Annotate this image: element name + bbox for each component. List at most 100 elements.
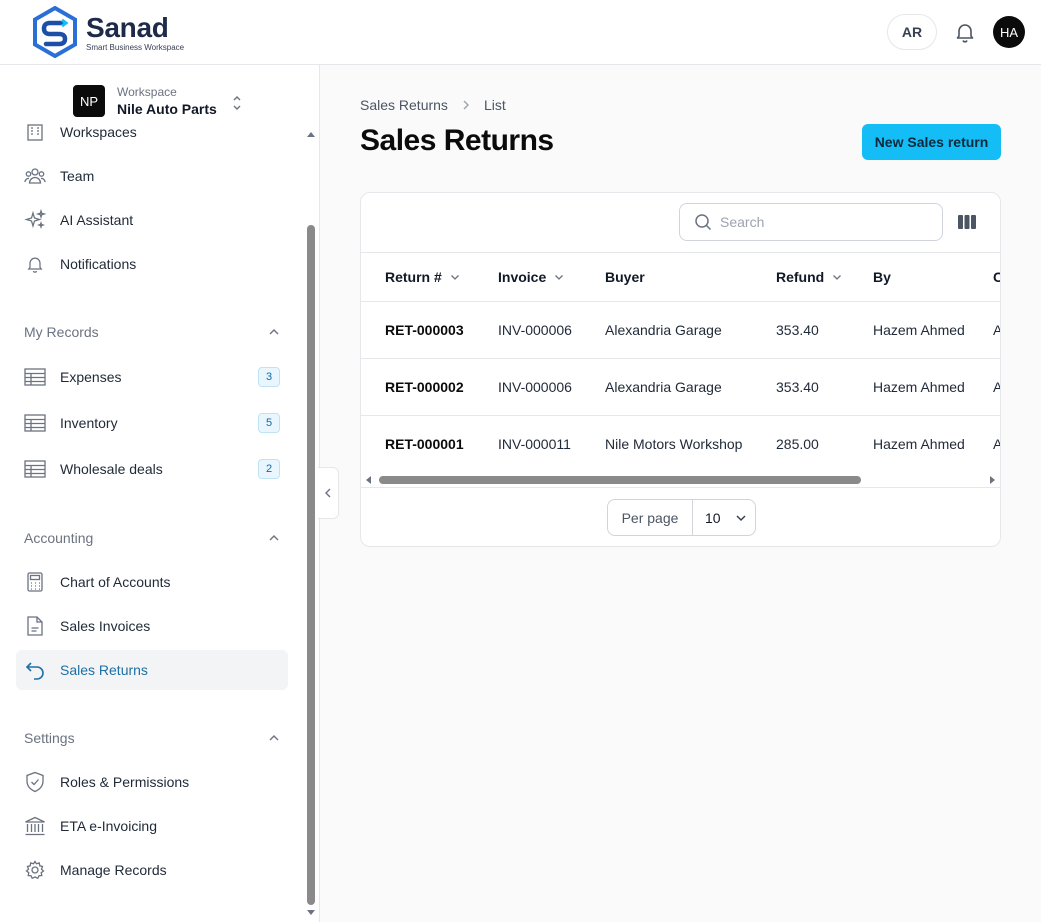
scroll-down-arrow-icon[interactable] [307, 910, 315, 915]
column-header-refund[interactable]: Refund [776, 253, 842, 301]
sidebar-item-label: Roles & Permissions [60, 774, 190, 790]
column-header-invoice[interactable]: Invoice [498, 253, 564, 301]
columns-icon[interactable] [957, 212, 977, 232]
cell-invoice: INV-000011 [498, 436, 571, 452]
breadcrumb-sales-returns[interactable]: Sales Returns [360, 97, 448, 113]
column-header-truncated: C [993, 253, 1000, 301]
cell-truncated: A [993, 359, 1000, 415]
bank-icon [24, 815, 46, 837]
sidebar-item-manage-records[interactable]: Manage Records [16, 850, 288, 890]
search-input[interactable] [720, 214, 920, 230]
group-settings[interactable]: Settings [24, 728, 280, 748]
table-scroll-thumb[interactable] [379, 476, 861, 484]
chevron-down-icon [555, 275, 564, 280]
cell-by: Hazem Ahmed [873, 379, 965, 395]
scroll-left-arrow-icon[interactable] [366, 476, 371, 484]
table-row[interactable]: RET-000003 INV-000006 Alexandria Garage … [361, 302, 1000, 359]
sales-returns-table-card: Return # Invoice Buyer Refund By C RET-0… [360, 192, 1001, 547]
sidebar-scroll-thumb[interactable] [307, 225, 315, 905]
chevron-down-icon [833, 275, 842, 280]
sidebar-item-expenses[interactable]: Expenses 3 [16, 357, 288, 397]
brand-name: Sanad [86, 11, 169, 43]
collapse-sidebar-button[interactable] [318, 467, 339, 519]
scroll-up-arrow-icon[interactable] [307, 132, 315, 137]
shield-icon [24, 771, 46, 793]
column-header-return-number[interactable]: Return # [385, 253, 460, 301]
chevron-right-icon [463, 100, 469, 110]
language-toggle-button[interactable]: AR [887, 14, 937, 50]
cell-return-number[interactable]: RET-000003 [385, 302, 464, 358]
sidebar-item-ai-assistant[interactable]: AI Assistant [16, 200, 288, 240]
sparkles-icon [24, 209, 46, 231]
scroll-right-arrow-icon[interactable] [990, 476, 995, 484]
cell-refund: 285.00 [776, 436, 819, 452]
breadcrumb-list: List [483, 97, 506, 113]
bell-icon [24, 253, 46, 275]
search-box[interactable] [679, 203, 943, 241]
chevron-down-icon [736, 514, 746, 521]
sidebar-item-workspaces[interactable]: Workspaces [16, 112, 288, 152]
sidebar-item-eta-e-invoicing[interactable]: ETA e-Invoicing [16, 806, 288, 846]
sidebar-item-label: AI Assistant [60, 212, 134, 228]
chevron-up-down-icon[interactable] [232, 94, 242, 112]
sanad-logo[interactable]: Sanad Smart Business Workspace [32, 6, 184, 58]
per-page-select[interactable]: Per page 10 [607, 499, 756, 536]
chevron-up-icon [269, 735, 279, 741]
sidebar-item-sales-invoices[interactable]: Sales Invoices [16, 606, 288, 646]
group-title: Accounting [24, 530, 94, 546]
table-icon [24, 412, 46, 434]
gear-icon [24, 859, 46, 881]
cell-buyer: Alexandria Garage [605, 322, 722, 338]
sidebar-item-label: Workspaces [60, 124, 137, 140]
user-avatar[interactable]: HA [993, 16, 1025, 48]
return-arrow-icon [24, 659, 46, 681]
per-page-value: 10 [705, 509, 721, 526]
column-header-by: By [873, 269, 891, 285]
sidebar-item-sales-returns[interactable]: Sales Returns [16, 650, 288, 690]
sidebar-item-team[interactable]: Team [16, 156, 288, 196]
cell-invoice: INV-000006 [498, 322, 572, 338]
table-row[interactable]: RET-000001 INV-000011 Nile Motors Worksh… [361, 416, 1000, 473]
table-row[interactable]: RET-000002 INV-000006 Alexandria Garage … [361, 359, 1000, 416]
sidebar-item-label: Notifications [60, 256, 137, 272]
group-title: My Records [24, 324, 99, 340]
group-title: Settings [24, 730, 75, 746]
users-icon [24, 165, 46, 187]
cell-buyer: Alexandria Garage [605, 379, 722, 395]
sanad-logo-icon [33, 6, 77, 58]
sidebar-item-notifications[interactable]: Notifications [16, 244, 288, 284]
sidebar-item-label: Inventory [60, 415, 118, 431]
top-bar: Sanad Smart Business Workspace AR HA [0, 0, 1041, 65]
count-badge: 3 [258, 367, 280, 387]
group-my-records[interactable]: My Records [24, 322, 280, 342]
workspace-label: Workspace [117, 85, 177, 99]
chevron-up-icon [269, 535, 279, 541]
group-accounting[interactable]: Accounting [24, 528, 280, 548]
cell-return-number[interactable]: RET-000001 [385, 416, 464, 472]
breadcrumb: Sales Returns List [360, 97, 506, 113]
cell-invoice: INV-000006 [498, 379, 572, 395]
sidebar-item-label: Sales Invoices [60, 618, 151, 634]
document-icon [24, 615, 46, 637]
column-header-buyer: Buyer [605, 269, 645, 285]
sidebar-item-chart-of-accounts[interactable]: Chart of Accounts [16, 562, 288, 602]
sidebar-item-roles-permissions[interactable]: Roles & Permissions [16, 762, 288, 802]
count-badge: 5 [258, 413, 280, 433]
search-icon [695, 214, 712, 231]
chevron-down-icon [450, 275, 459, 280]
sidebar-item-label: Manage Records [60, 862, 167, 878]
cell-refund: 353.40 [776, 322, 819, 338]
new-sales-return-button[interactable]: New Sales return [862, 124, 1001, 160]
cell-by: Hazem Ahmed [873, 322, 965, 338]
cell-return-number[interactable]: RET-000002 [385, 359, 464, 415]
sidebar-item-label: Expenses [60, 369, 122, 385]
count-badge: 2 [258, 459, 280, 479]
bell-icon[interactable] [953, 20, 977, 44]
sidebar-item-inventory[interactable]: Inventory 5 [16, 403, 288, 443]
page-title: Sales Returns [360, 124, 554, 157]
table-header: Return # Invoice Buyer Refund By C [361, 252, 1000, 302]
chevron-left-icon [325, 488, 331, 498]
sidebar-item-wholesale-deals[interactable]: Wholesale deals 2 [16, 449, 288, 489]
calculator-icon [24, 571, 46, 593]
cell-by: Hazem Ahmed [873, 436, 965, 452]
